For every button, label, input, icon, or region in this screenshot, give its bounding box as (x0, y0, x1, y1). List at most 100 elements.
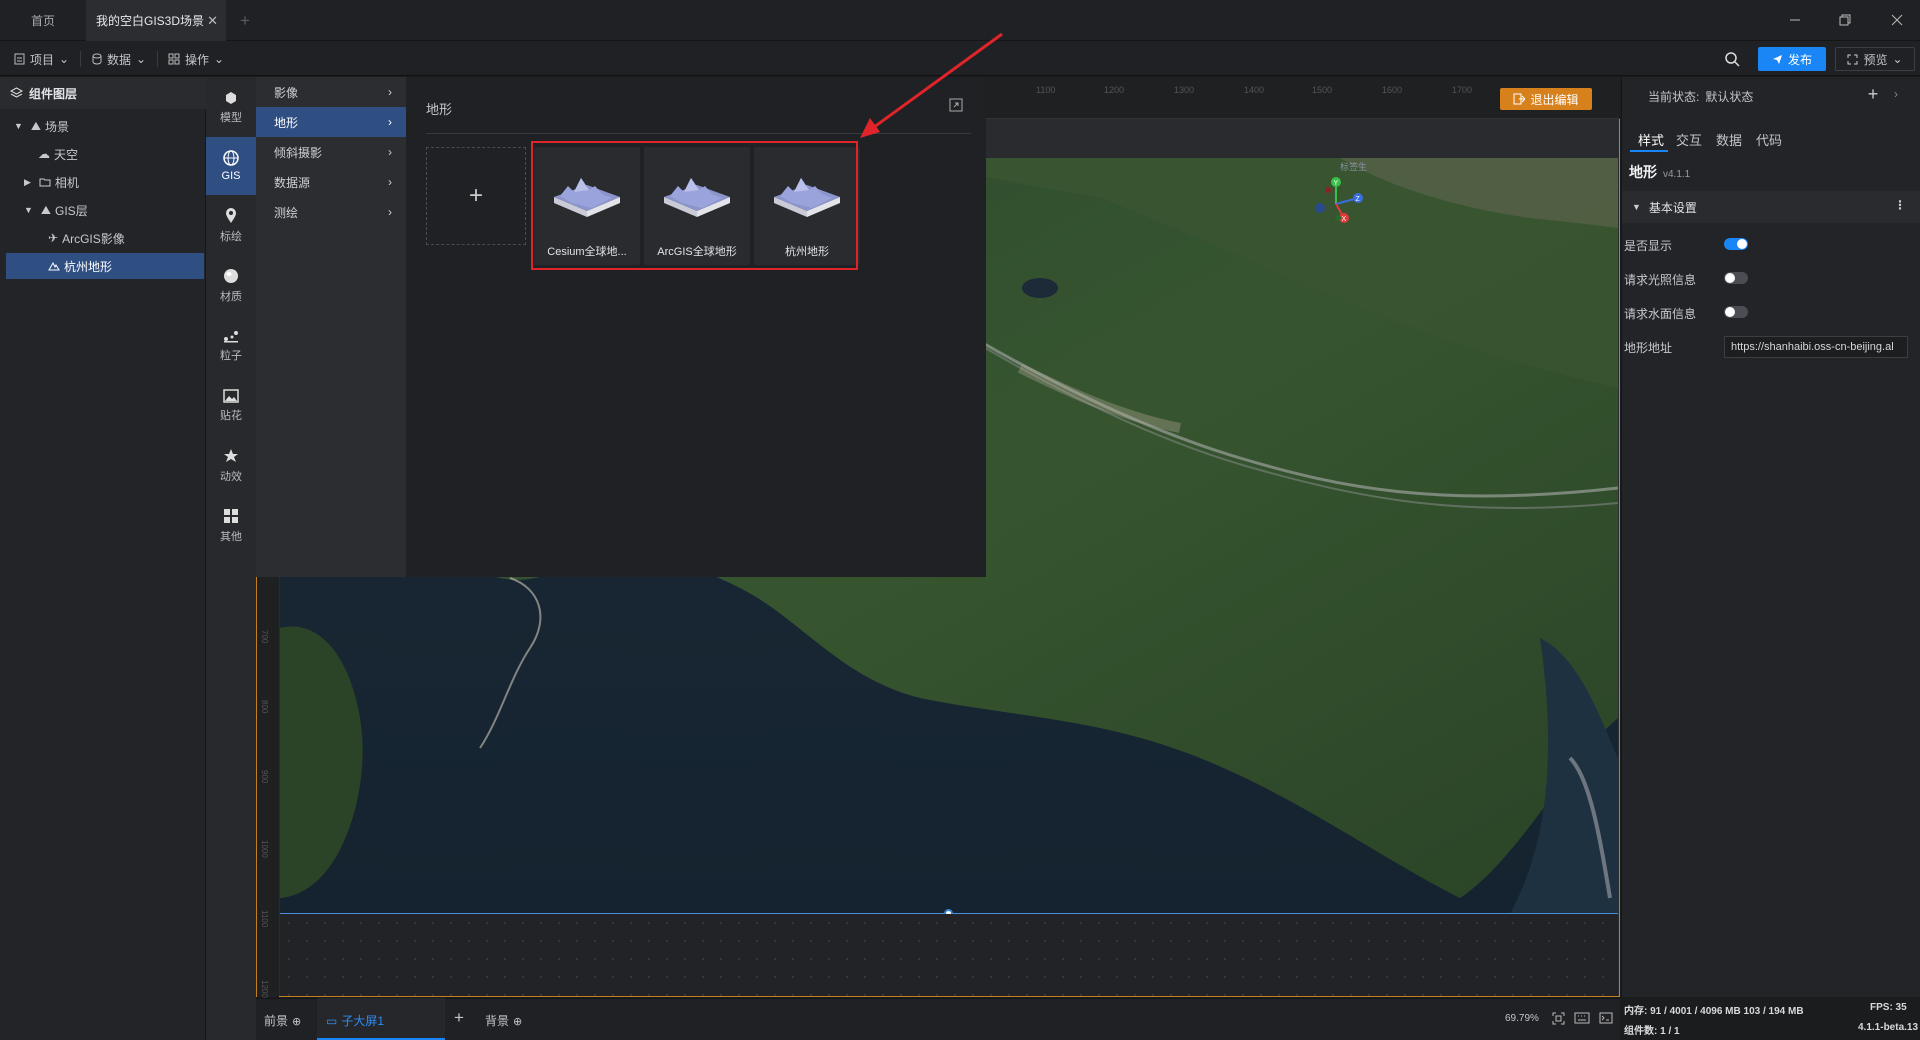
tab-scene[interactable]: 我的空白GIS3D场景 ✕ (86, 0, 226, 41)
fps-readout: FPS: 35 (1870, 1002, 1907, 1013)
tab-underline (1630, 150, 1668, 152)
axis-gizmo[interactable]: Y Z X (1314, 176, 1364, 226)
terminal-icon[interactable] (1598, 1011, 1614, 1025)
chevron-right-icon: › (388, 85, 392, 99)
layer-item-scene[interactable]: ▼ ⛰ 场景 (6, 113, 204, 139)
stage-grid-area (280, 914, 1618, 996)
sphere-icon (223, 268, 239, 284)
folder-icon (39, 177, 51, 187)
tab-style[interactable]: 样式 (1638, 126, 1664, 152)
rail-model[interactable]: 模型 (206, 79, 256, 137)
section-basic-settings[interactable]: ▼ 基本设置 ⋮ (1622, 191, 1920, 223)
tab-code[interactable]: 代码 (1756, 126, 1782, 152)
prop-visible-label: 是否显示 (1624, 239, 1673, 253)
close-tab-icon[interactable]: ✕ (207, 13, 218, 29)
exit-edit-button[interactable]: 退出编辑 (1500, 88, 1592, 110)
category-imagery[interactable]: 影像 › (256, 77, 406, 107)
send-icon (1772, 54, 1783, 65)
keyboard-icon[interactable] (1574, 1011, 1590, 1025)
component-header: 地形 v4.1.1 (1629, 164, 1691, 180)
exit-icon (1513, 93, 1526, 105)
menu-data[interactable]: 数据 ⌄ (92, 50, 146, 68)
chevron-right-icon[interactable]: › (1890, 86, 1902, 102)
category-datasource[interactable]: 数据源 › (256, 167, 406, 197)
chevron-down-icon: ⌄ (59, 52, 70, 66)
foreground-tab[interactable]: 前景 ⊕ (264, 1012, 301, 1029)
screen-tab-label: ▭ 子大屏1 (326, 1014, 385, 1028)
svg-text:X: X (1342, 216, 1347, 223)
monitor-icon: ▭ (326, 1014, 338, 1028)
layers-icon (10, 87, 23, 99)
search-icon[interactable] (1722, 50, 1742, 68)
preview-button[interactable]: 预览 ⌄ (1835, 47, 1915, 71)
category-survey[interactable]: 测绘 › (256, 197, 406, 227)
category-oblique[interactable]: 倾斜摄影 › (256, 137, 406, 167)
rail-mark[interactable]: 标绘 (206, 197, 256, 255)
new-tab-icon[interactable]: + (240, 11, 250, 31)
tab-data[interactable]: 数据 (1716, 126, 1742, 152)
prop-water-label: 请求水面信息 (1624, 307, 1697, 321)
add-circle-icon[interactable]: ⊕ (513, 1016, 522, 1028)
image-icon (223, 389, 239, 403)
rail-gis[interactable]: GIS (206, 137, 256, 195)
layer-item-camera[interactable]: ▶ 相机 (6, 169, 204, 195)
layer-item-hangzhou-terrain[interactable]: 杭州地形 (6, 253, 204, 279)
database-icon (92, 53, 102, 65)
caret-down-icon: ▼ (14, 121, 23, 131)
menu-operate[interactable]: 操作 ⌄ (168, 50, 224, 68)
caret-right-icon: ▶ (24, 176, 31, 187)
particle-icon (223, 329, 239, 343)
rail-material[interactable]: 材质 (206, 257, 256, 315)
rail-effect[interactable]: 动效 (206, 437, 256, 495)
tab-home[interactable]: 首页 (0, 0, 86, 41)
satellite-icon: ✈ (48, 231, 59, 245)
menu-project[interactable]: 项目 ⌄ (14, 50, 69, 68)
chevron-right-icon: › (388, 205, 392, 219)
chevron-down-icon: ⌄ (1892, 52, 1903, 66)
add-screen-button[interactable]: + (454, 1008, 464, 1028)
layer-item-arcgis-imagery[interactable]: ✈ ArcGIS影像 (6, 225, 204, 251)
chevron-down-icon: ⌄ (136, 52, 147, 66)
layer-item-gis[interactable]: ▼ ⛰ GIS层 (6, 197, 204, 223)
visible-toggle[interactable] (1724, 238, 1748, 250)
water-toggle[interactable] (1724, 306, 1748, 318)
layer-panel-header: 组件图层 (0, 77, 206, 109)
rail-decal[interactable]: 贴花 (206, 377, 256, 435)
globe-icon (223, 150, 239, 166)
gis-category-menu: 影像 › 地形 › 倾斜摄影 › 数据源 › 测绘 › (256, 77, 406, 577)
restore-icon[interactable] (1834, 10, 1856, 30)
add-circle-icon[interactable]: ⊕ (292, 1016, 301, 1028)
scene-icon: ⛰ (30, 118, 42, 133)
prop-address-label: 地形地址 (1624, 341, 1673, 355)
terrain-icon (48, 261, 60, 271)
svg-text:Y: Y (1334, 180, 1339, 187)
zoom-level[interactable]: 69.79% (1505, 1013, 1539, 1024)
layer-item-sky[interactable]: ☁ 天空 (6, 141, 204, 167)
background-tab[interactable]: 背景 ⊕ (485, 1012, 522, 1029)
state-row: 当前状态: 默认状态 (1648, 90, 1754, 104)
terrain-url-input[interactable]: https://shanhaibi.oss-cn-beijing.al (1724, 336, 1908, 358)
rail-other[interactable]: 其他 (206, 497, 256, 555)
chevron-down-icon: ⌄ (214, 52, 225, 66)
chevron-right-icon: › (388, 145, 392, 159)
svg-text:Z: Z (1356, 196, 1361, 203)
ruler-left: 600 700 800 900 1000 1100 1200 (257, 560, 279, 998)
annotation-arrow (860, 32, 1003, 138)
fit-screen-icon[interactable] (1551, 1011, 1565, 1025)
publish-button[interactable]: 发布 (1758, 47, 1826, 71)
category-terrain[interactable]: 地形 › (256, 107, 406, 137)
tab-interaction[interactable]: 交互 (1676, 126, 1702, 152)
picker-title: 地形 (426, 102, 453, 117)
fullscreen-icon (1847, 54, 1858, 65)
minimize-icon[interactable] (1784, 10, 1806, 30)
chevron-right-icon: › (388, 175, 392, 189)
component-count: 组件数: 1 / 1 (1624, 1026, 1680, 1037)
add-terrain-button[interactable]: + (426, 147, 526, 245)
lighting-toggle[interactable] (1724, 272, 1748, 284)
add-state-icon[interactable]: + (1865, 84, 1881, 104)
star-icon (223, 448, 239, 464)
rail-particle[interactable]: 粒子 (206, 317, 256, 375)
map-pin-icon (225, 208, 237, 224)
close-window-icon[interactable] (1886, 10, 1908, 30)
more-vertical-icon[interactable]: ⋮ (1894, 198, 1906, 212)
